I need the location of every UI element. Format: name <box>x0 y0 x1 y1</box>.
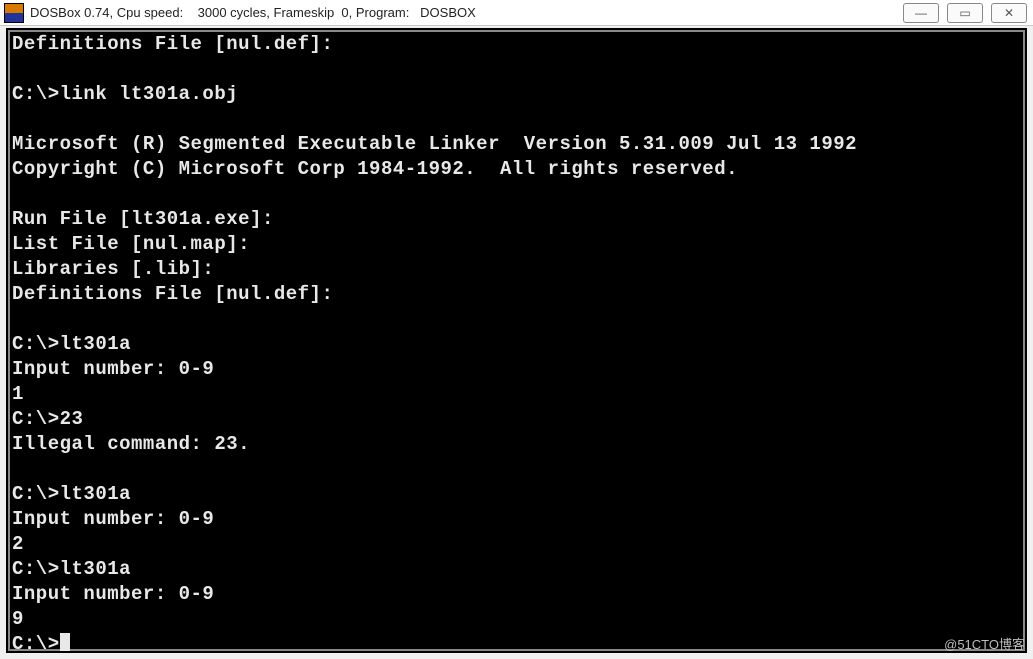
window-title: DOSBox 0.74, Cpu speed: 3000 cycles, Fra… <box>30 5 903 20</box>
window-buttons: — ▭ ✕ <box>903 3 1027 23</box>
maximize-button[interactable]: ▭ <box>947 3 983 23</box>
minimize-button[interactable]: — <box>903 3 939 23</box>
maximize-icon: ▭ <box>959 7 970 19</box>
window-titlebar: DOSBox 0.74, Cpu speed: 3000 cycles, Fra… <box>0 0 1033 26</box>
terminal-output: Definitions File [nul.def]: C:\>link lt3… <box>12 32 1021 653</box>
terminal-cursor <box>60 633 70 651</box>
minimize-icon: — <box>915 7 927 19</box>
dosbox-icon <box>4 3 24 23</box>
terminal-viewport[interactable]: Definitions File [nul.def]: C:\>link lt3… <box>6 28 1027 653</box>
close-button[interactable]: ✕ <box>991 3 1027 23</box>
close-icon: ✕ <box>1004 7 1014 19</box>
